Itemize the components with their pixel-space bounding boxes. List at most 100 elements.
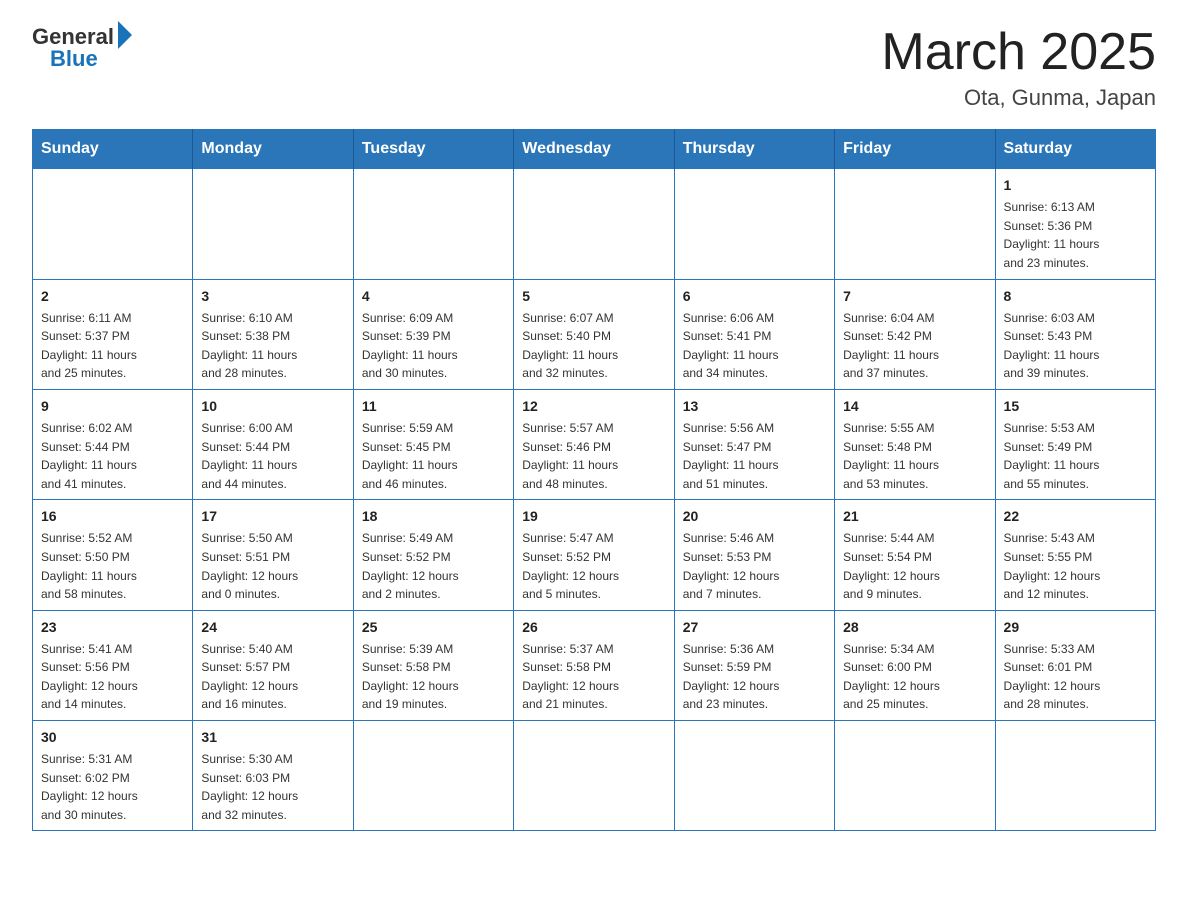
day-info: Sunrise: 5:43 AMSunset: 5:55 PMDaylight:… <box>1004 529 1147 603</box>
day-info: Sunrise: 6:03 AMSunset: 5:43 PMDaylight:… <box>1004 309 1147 383</box>
day-info: Sunrise: 6:06 AMSunset: 5:41 PMDaylight:… <box>683 309 826 383</box>
day-info: Sunrise: 5:46 AMSunset: 5:53 PMDaylight:… <box>683 529 826 603</box>
day-info: Sunrise: 6:04 AMSunset: 5:42 PMDaylight:… <box>843 309 986 383</box>
logo-triangle-icon <box>118 21 132 49</box>
day-number: 27 <box>683 617 826 638</box>
day-number: 30 <box>41 727 184 748</box>
weekday-row: SundayMondayTuesdayWednesdayThursdayFrid… <box>33 130 1156 169</box>
day-info: Sunrise: 5:53 AMSunset: 5:49 PMDaylight:… <box>1004 419 1147 493</box>
calendar-day-cell: 24Sunrise: 5:40 AMSunset: 5:57 PMDayligh… <box>193 610 353 720</box>
calendar-header: SundayMondayTuesdayWednesdayThursdayFrid… <box>33 130 1156 169</box>
weekday-header: Saturday <box>995 130 1155 169</box>
calendar-title: March 2025 <box>881 24 1156 81</box>
day-info: Sunrise: 6:10 AMSunset: 5:38 PMDaylight:… <box>201 309 344 383</box>
calendar-week-row: 30Sunrise: 5:31 AMSunset: 6:02 PMDayligh… <box>33 721 1156 831</box>
day-info: Sunrise: 5:33 AMSunset: 6:01 PMDaylight:… <box>1004 640 1147 714</box>
weekday-header: Wednesday <box>514 130 674 169</box>
calendar-day-cell <box>674 721 834 831</box>
day-number: 5 <box>522 286 665 307</box>
logo-blue-text: Blue <box>50 46 98 72</box>
calendar-week-row: 1Sunrise: 6:13 AMSunset: 5:36 PMDaylight… <box>33 169 1156 279</box>
calendar-week-row: 23Sunrise: 5:41 AMSunset: 5:56 PMDayligh… <box>33 610 1156 720</box>
day-info: Sunrise: 5:41 AMSunset: 5:56 PMDaylight:… <box>41 640 184 714</box>
day-number: 21 <box>843 506 986 527</box>
day-info: Sunrise: 6:02 AMSunset: 5:44 PMDaylight:… <box>41 419 184 493</box>
calendar-day-cell: 9Sunrise: 6:02 AMSunset: 5:44 PMDaylight… <box>33 389 193 499</box>
day-info: Sunrise: 5:36 AMSunset: 5:59 PMDaylight:… <box>683 640 826 714</box>
day-number: 28 <box>843 617 986 638</box>
calendar-week-row: 9Sunrise: 6:02 AMSunset: 5:44 PMDaylight… <box>33 389 1156 499</box>
day-number: 10 <box>201 396 344 417</box>
calendar-day-cell <box>514 169 674 279</box>
day-info: Sunrise: 5:39 AMSunset: 5:58 PMDaylight:… <box>362 640 505 714</box>
calendar-day-cell <box>995 721 1155 831</box>
calendar-day-cell: 20Sunrise: 5:46 AMSunset: 5:53 PMDayligh… <box>674 500 834 610</box>
calendar-day-cell <box>835 721 995 831</box>
day-number: 13 <box>683 396 826 417</box>
calendar-day-cell: 1Sunrise: 6:13 AMSunset: 5:36 PMDaylight… <box>995 169 1155 279</box>
day-number: 1 <box>1004 175 1147 196</box>
day-info: Sunrise: 6:07 AMSunset: 5:40 PMDaylight:… <box>522 309 665 383</box>
calendar-day-cell: 21Sunrise: 5:44 AMSunset: 5:54 PMDayligh… <box>835 500 995 610</box>
day-info: Sunrise: 5:34 AMSunset: 6:00 PMDaylight:… <box>843 640 986 714</box>
calendar-day-cell: 29Sunrise: 5:33 AMSunset: 6:01 PMDayligh… <box>995 610 1155 720</box>
weekday-header: Sunday <box>33 130 193 169</box>
logo: General Blue <box>32 24 132 72</box>
calendar-day-cell: 5Sunrise: 6:07 AMSunset: 5:40 PMDaylight… <box>514 279 674 389</box>
day-number: 4 <box>362 286 505 307</box>
day-number: 18 <box>362 506 505 527</box>
day-info: Sunrise: 6:00 AMSunset: 5:44 PMDaylight:… <box>201 419 344 493</box>
calendar-day-cell <box>353 721 513 831</box>
day-number: 16 <box>41 506 184 527</box>
calendar-day-cell: 13Sunrise: 5:56 AMSunset: 5:47 PMDayligh… <box>674 389 834 499</box>
calendar-day-cell: 18Sunrise: 5:49 AMSunset: 5:52 PMDayligh… <box>353 500 513 610</box>
calendar-day-cell: 23Sunrise: 5:41 AMSunset: 5:56 PMDayligh… <box>33 610 193 720</box>
calendar-day-cell <box>835 169 995 279</box>
calendar-day-cell: 25Sunrise: 5:39 AMSunset: 5:58 PMDayligh… <box>353 610 513 720</box>
calendar-day-cell: 26Sunrise: 5:37 AMSunset: 5:58 PMDayligh… <box>514 610 674 720</box>
day-number: 8 <box>1004 286 1147 307</box>
day-number: 23 <box>41 617 184 638</box>
day-info: Sunrise: 5:55 AMSunset: 5:48 PMDaylight:… <box>843 419 986 493</box>
calendar-day-cell <box>193 169 353 279</box>
calendar-body: 1Sunrise: 6:13 AMSunset: 5:36 PMDaylight… <box>33 169 1156 831</box>
weekday-header: Thursday <box>674 130 834 169</box>
day-info: Sunrise: 5:44 AMSunset: 5:54 PMDaylight:… <box>843 529 986 603</box>
day-number: 29 <box>1004 617 1147 638</box>
calendar-day-cell: 15Sunrise: 5:53 AMSunset: 5:49 PMDayligh… <box>995 389 1155 499</box>
day-number: 20 <box>683 506 826 527</box>
day-number: 31 <box>201 727 344 748</box>
calendar-day-cell: 28Sunrise: 5:34 AMSunset: 6:00 PMDayligh… <box>835 610 995 720</box>
day-number: 15 <box>1004 396 1147 417</box>
calendar-day-cell: 7Sunrise: 6:04 AMSunset: 5:42 PMDaylight… <box>835 279 995 389</box>
day-number: 26 <box>522 617 665 638</box>
calendar-week-row: 2Sunrise: 6:11 AMSunset: 5:37 PMDaylight… <box>33 279 1156 389</box>
day-info: Sunrise: 5:49 AMSunset: 5:52 PMDaylight:… <box>362 529 505 603</box>
calendar-day-cell: 6Sunrise: 6:06 AMSunset: 5:41 PMDaylight… <box>674 279 834 389</box>
day-number: 3 <box>201 286 344 307</box>
calendar-day-cell <box>33 169 193 279</box>
calendar-day-cell: 30Sunrise: 5:31 AMSunset: 6:02 PMDayligh… <box>33 721 193 831</box>
calendar-day-cell: 19Sunrise: 5:47 AMSunset: 5:52 PMDayligh… <box>514 500 674 610</box>
calendar-day-cell: 2Sunrise: 6:11 AMSunset: 5:37 PMDaylight… <box>33 279 193 389</box>
day-info: Sunrise: 5:31 AMSunset: 6:02 PMDaylight:… <box>41 750 184 824</box>
weekday-header: Monday <box>193 130 353 169</box>
day-number: 25 <box>362 617 505 638</box>
calendar-day-cell: 11Sunrise: 5:59 AMSunset: 5:45 PMDayligh… <box>353 389 513 499</box>
calendar-day-cell: 4Sunrise: 6:09 AMSunset: 5:39 PMDaylight… <box>353 279 513 389</box>
calendar-day-cell: 10Sunrise: 6:00 AMSunset: 5:44 PMDayligh… <box>193 389 353 499</box>
day-info: Sunrise: 5:59 AMSunset: 5:45 PMDaylight:… <box>362 419 505 493</box>
day-info: Sunrise: 6:09 AMSunset: 5:39 PMDaylight:… <box>362 309 505 383</box>
calendar-day-cell: 17Sunrise: 5:50 AMSunset: 5:51 PMDayligh… <box>193 500 353 610</box>
day-info: Sunrise: 6:13 AMSunset: 5:36 PMDaylight:… <box>1004 198 1147 272</box>
calendar-day-cell: 14Sunrise: 5:55 AMSunset: 5:48 PMDayligh… <box>835 389 995 499</box>
day-info: Sunrise: 5:56 AMSunset: 5:47 PMDaylight:… <box>683 419 826 493</box>
day-number: 14 <box>843 396 986 417</box>
title-area: March 2025 Ota, Gunma, Japan <box>881 24 1156 111</box>
calendar-day-cell: 16Sunrise: 5:52 AMSunset: 5:50 PMDayligh… <box>33 500 193 610</box>
day-info: Sunrise: 5:52 AMSunset: 5:50 PMDaylight:… <box>41 529 184 603</box>
day-info: Sunrise: 5:40 AMSunset: 5:57 PMDaylight:… <box>201 640 344 714</box>
day-number: 24 <box>201 617 344 638</box>
calendar-day-cell: 3Sunrise: 6:10 AMSunset: 5:38 PMDaylight… <box>193 279 353 389</box>
calendar-day-cell: 8Sunrise: 6:03 AMSunset: 5:43 PMDaylight… <box>995 279 1155 389</box>
